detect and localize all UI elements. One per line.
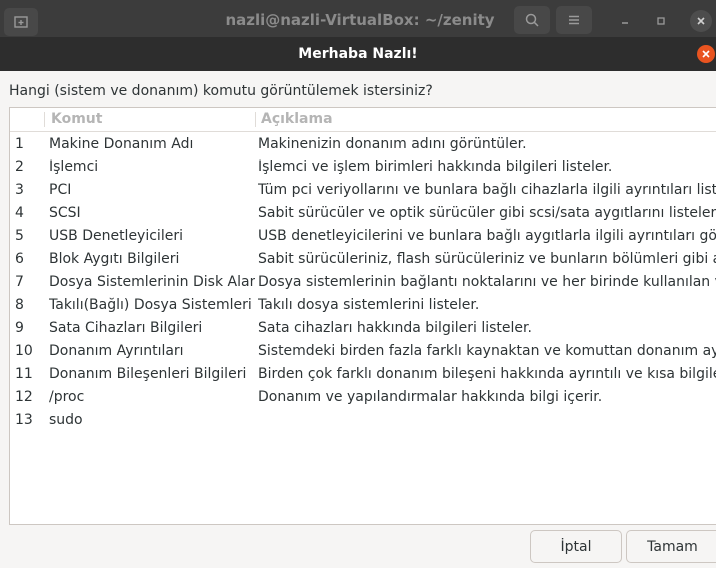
row-description: Tüm pci veriyollarını ve bunlara bağlı c…: [258, 182, 716, 198]
list-row[interactable]: 3 PCI Tüm pci veriyollarını ve bunlara bağ…: [10, 179, 716, 202]
close-icon: [702, 50, 710, 58]
row-command: Donanım Bileşenleri Bilgileri: [49, 366, 247, 382]
row-number: 1: [15, 136, 24, 152]
row-number: 7: [15, 274, 24, 290]
command-list[interactable]: Komut Açıklama 1 Makine Donanım Adı Makine…: [9, 107, 716, 525]
row-number: 6: [15, 251, 24, 267]
row-description: İşlemci ve işlem birimleri hakkında bilg…: [258, 159, 613, 175]
list-row[interactable]: 7 Dosya Sistemlerinin Disk Alanı Dosya sis…: [10, 271, 716, 294]
menu-button[interactable]: [556, 6, 592, 34]
maximize-button[interactable]: [650, 10, 672, 32]
row-description: Sistemdeki birden fazla farklı kaynaktan…: [258, 343, 716, 359]
list-row[interactable]: 5 USB Denetleyicileri USB denetleyicilerin…: [10, 225, 716, 248]
row-description: Sabit sürücüleriniz, flash sürücüleriniz…: [258, 251, 716, 267]
row-command: Makine Donanım Adı: [49, 136, 194, 152]
dialog-close-button[interactable]: [697, 45, 715, 63]
row-number: 10: [15, 343, 33, 359]
row-command: sudo: [49, 412, 83, 428]
row-number: 3: [15, 182, 24, 198]
row-description: Dosya sistemlerinin bağlantı noktalarını…: [258, 274, 716, 290]
terminal-titlebar: nazli@nazli-VirtualBox: ~/zenity: [0, 0, 716, 37]
dialog-titlebar: Merhaba Nazlı!: [0, 37, 716, 71]
search-icon: [525, 13, 539, 27]
row-number: 9: [15, 320, 24, 336]
row-description: Birden çok farklı donanım bileşeni hakkı…: [258, 366, 716, 382]
row-command: PCI: [49, 182, 72, 198]
column-header-description[interactable]: Açıklama: [261, 111, 333, 127]
row-number: 2: [15, 159, 24, 175]
row-description: Donanım ve yapılandırmalar hakkında bilg…: [258, 389, 603, 405]
row-number: 13: [15, 412, 33, 428]
list-row[interactable]: 6 Blok Aygıtı Bilgileri Sabit sürücülerini…: [10, 248, 716, 271]
dialog-title: Merhaba Nazlı!: [298, 46, 418, 62]
maximize-icon: [657, 17, 665, 25]
row-description: Sabit sürücüler ve optik sürücüler gibi …: [258, 205, 716, 221]
ok-button[interactable]: Tamam: [626, 530, 716, 563]
hamburger-menu-icon: [569, 15, 579, 25]
row-number: 12: [15, 389, 33, 405]
column-separator: [255, 112, 256, 127]
row-number: 5: [15, 228, 24, 244]
cancel-button[interactable]: İptal: [530, 530, 622, 563]
list-row[interactable]: 12/proc Donanım ve yapılandırmalar hakkın…: [10, 386, 716, 409]
column-separator: [44, 112, 45, 127]
row-command: /proc: [49, 389, 85, 405]
row-command: Takılı(Bağlı) Dosya Sistemleri: [49, 297, 252, 313]
row-command: SCSI: [49, 205, 81, 221]
row-number: 11: [15, 366, 33, 382]
row-command: Dosya Sistemlerinin Disk Alanı: [49, 274, 255, 290]
row-command: USB Denetleyicileri: [49, 228, 183, 244]
new-tab-icon: [14, 16, 28, 28]
row-description: USB denetleyicilerini ve bunlara bağlı a…: [258, 228, 716, 244]
row-description: Makinenizin donanım adını görüntüler.: [258, 136, 527, 152]
column-header-command[interactable]: Komut: [51, 111, 102, 127]
minimize-button[interactable]: [614, 10, 636, 32]
list-row[interactable]: 10 Donanım Ayrıntıları Sistemdeki birden f…: [10, 340, 716, 363]
list-row[interactable]: 1 Makine Donanım Adı Makinenizin donanım a…: [10, 133, 716, 156]
terminal-title: nazli@nazli-VirtualBox: ~/zenity: [225, 11, 495, 29]
row-description: Sata cihazları hakkında bilgileri listel…: [258, 320, 532, 336]
row-command: Sata Cihazları Bilgileri: [49, 320, 203, 336]
row-number: 8: [15, 297, 24, 313]
new-tab-button[interactable]: [4, 8, 38, 36]
minimize-icon: [622, 22, 628, 24]
list-header: Komut Açıklama: [10, 108, 716, 132]
search-button[interactable]: [514, 6, 550, 34]
list-row[interactable]: 8 Takılı(Bağlı) Dosya Sistemleri Takılı do…: [10, 294, 716, 317]
terminal-close-button[interactable]: [690, 10, 712, 32]
list-row[interactable]: 2 İşlemci İşlemci ve işlem birimleri hakkı…: [10, 156, 716, 179]
row-description: Takılı dosya sistemlerini listeler.: [258, 297, 480, 313]
row-command: İşlemci: [49, 159, 99, 175]
row-number: 4: [15, 205, 24, 221]
row-command: Blok Aygıtı Bilgileri: [49, 251, 180, 267]
prompt-text: Hangi (sistem ve donanım) komutu görüntü…: [9, 83, 433, 99]
list-row[interactable]: 13 sudo: [10, 409, 716, 432]
list-row[interactable]: 11 Donanım Bileşenleri Bilgileri Birden ço…: [10, 363, 716, 386]
row-command: Donanım Ayrıntıları: [49, 343, 184, 359]
close-icon: [697, 17, 705, 25]
list-row[interactable]: 9 Sata Cihazları Bilgileri Sata cihazları …: [10, 317, 716, 340]
list-row[interactable]: 4 SCSI Sabit sürücüler ve optik sürücüler …: [10, 202, 716, 225]
